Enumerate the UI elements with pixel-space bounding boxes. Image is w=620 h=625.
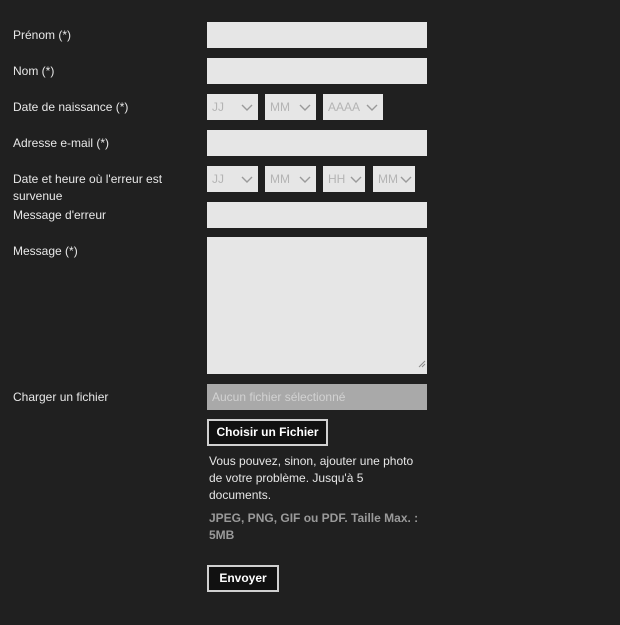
message-textarea[interactable] — [207, 237, 427, 374]
error-day-value: JJ — [212, 172, 224, 186]
label-prenom: Prénom (*) — [13, 28, 72, 42]
chevron-down-icon — [399, 166, 413, 192]
error-hour-select[interactable]: HH — [323, 166, 365, 192]
label-message-erreur: Message d'erreur — [13, 208, 106, 222]
label-error-datetime: Date et heure où l'erreur est survenue — [13, 172, 163, 203]
file-name-field: Aucun fichier sélectionné — [207, 384, 427, 410]
chevron-down-icon — [240, 166, 254, 192]
chevron-down-icon — [240, 94, 254, 120]
prenom-input[interactable] — [207, 22, 427, 48]
birth-month-select[interactable]: MM — [265, 94, 316, 120]
label-fichier: Charger un fichier — [13, 390, 109, 404]
email-input[interactable] — [207, 130, 427, 156]
file-help-text: Vous pouvez, sinon, ajouter une photo de… — [209, 454, 414, 502]
submit-button[interactable]: Envoyer — [207, 565, 279, 592]
file-formats-text: JPEG, PNG, GIF ou PDF. Taille Max. : 5MB — [209, 511, 419, 542]
error-hour-value: HH — [328, 172, 346, 186]
error-message-input[interactable] — [207, 202, 427, 228]
birth-day-select[interactable]: JJ — [207, 94, 258, 120]
label-email: Adresse e-mail (*) — [13, 136, 110, 150]
error-minute-select[interactable]: MM — [373, 166, 415, 192]
error-minute-value: MM — [378, 172, 398, 186]
error-month-select[interactable]: MM — [265, 166, 316, 192]
birth-month-value: MM — [270, 100, 290, 114]
chevron-down-icon — [349, 166, 363, 192]
error-month-value: MM — [270, 172, 290, 186]
choose-file-button[interactable]: Choisir un Fichier — [207, 419, 328, 446]
chevron-down-icon — [298, 94, 312, 120]
label-date-naissance: Date de naissance (*) — [13, 100, 129, 114]
chevron-down-icon — [365, 94, 379, 120]
error-day-select[interactable]: JJ — [207, 166, 258, 192]
birth-year-select[interactable]: AAAA — [323, 94, 383, 120]
label-nom: Nom (*) — [13, 64, 55, 78]
resize-grip-icon[interactable] — [418, 355, 426, 373]
birth-day-value: JJ — [212, 100, 224, 114]
nom-input[interactable] — [207, 58, 427, 84]
chevron-down-icon — [298, 166, 312, 192]
birth-year-value: AAAA — [328, 100, 361, 114]
label-message: Message (*) — [13, 244, 78, 258]
